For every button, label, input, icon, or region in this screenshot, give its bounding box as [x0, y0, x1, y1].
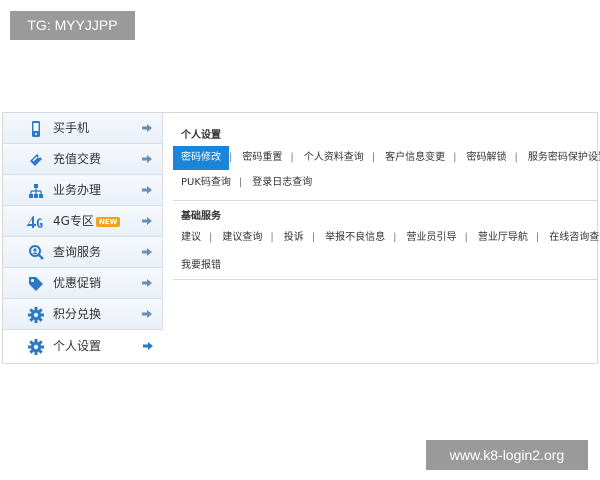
sidebar-item-label: 优惠促销	[53, 276, 102, 290]
link-complaint[interactable]: 投诉	[274, 227, 312, 249]
link-row: 我要报错	[171, 255, 597, 277]
sidebar-item-label: 积分兑换	[53, 307, 102, 321]
sidebar-item-recharge[interactable]: 充值交费	[3, 144, 163, 175]
network-icon	[29, 184, 43, 198]
link-puk-query[interactable]: PUK码查询	[171, 172, 239, 194]
link-login-log-query[interactable]: 登录日志查询	[242, 172, 320, 194]
link-password-change[interactable]: 密码修改	[173, 146, 229, 170]
sidebar-item-buy-phone[interactable]: 买手机	[3, 113, 163, 144]
arrow-right-icon	[142, 217, 152, 225]
link-row: PUK码查询 | 登录日志查询	[171, 172, 597, 194]
link-suggestion-query[interactable]: 建议查询	[212, 227, 270, 249]
link-staff-guide[interactable]: 营业员引导	[397, 227, 465, 249]
arrow-right-icon	[142, 155, 152, 163]
link-online-consult-query[interactable]: 在线咨询查询	[539, 227, 600, 249]
link-password-unlock[interactable]: 密码解锁	[457, 147, 515, 169]
sidebar-item-personal-settings[interactable]: 个人设置	[3, 330, 163, 363]
service-menu-panel: 买手机 充值交费 业务办理 4G专区 NEW 查询服务 优惠促销 积分兑换 个人…	[2, 112, 600, 364]
watermark-top: TG: MYYJJPP	[10, 11, 135, 40]
sidebar-item-label: 买手机	[53, 121, 90, 135]
mobile-phone-icon	[32, 121, 40, 137]
link-service-password-protection[interactable]: 服务密码保护设置	[518, 147, 600, 169]
sidebar-item-promotions[interactable]: 优惠促销	[3, 268, 163, 299]
personal-settings-links: 密码修改 | 密码重置 | 个人资料查询 | 客户信息变更 | 密码解锁 | 服务密码保护…	[171, 146, 600, 194]
basic-services-links: 建议 | 建议查询 | 投诉 | 举报不良信息 | 营业员引导 | 营业厅导航 | 在线咨询…	[171, 227, 600, 277]
gear-icon	[28, 307, 44, 323]
sidebar-item-label: 查询服务	[53, 245, 102, 259]
link-row: 密码修改 | 密码重置 | 个人资料查询 | 客户信息变更 | 密码解锁 | 服务密码保护…	[171, 146, 600, 170]
sidebar-item-label: 充值交费	[53, 152, 102, 166]
link-row: 建议 | 建议查询 | 投诉 | 举报不良信息 | 营业员引导 | 营业厅导航 | 在线咨询…	[171, 227, 600, 249]
settings-content: 个人设置 密码修改 | 密码重置 | 个人资料查询 | 客户信息变更 | 密码解锁 | 服…	[171, 113, 600, 363]
sidebar-item-query[interactable]: 查询服务	[3, 237, 163, 268]
gear-icon	[28, 339, 44, 355]
sidebar-item-label: 业务办理	[53, 183, 102, 197]
sidebar-item-label: 个人设置	[53, 339, 102, 353]
sidebar-item-business[interactable]: 业务办理	[3, 175, 163, 206]
arrow-right-icon	[142, 186, 152, 194]
sidebar-item-label: 4G专区 NEW	[53, 206, 121, 237]
sidebar-item-points[interactable]: 积分兑换	[3, 299, 163, 330]
link-hall-navigation[interactable]: 营业厅导航	[468, 227, 536, 249]
arrow-right-icon	[142, 310, 152, 318]
recharge-card-icon	[30, 154, 42, 166]
divider	[173, 279, 597, 280]
arrow-right-icon	[142, 124, 152, 132]
watermark-bottom: www.k8-login2.org	[426, 440, 588, 470]
link-password-reset[interactable]: 密码重置	[232, 147, 290, 169]
search-user-icon	[29, 245, 44, 260]
link-report-bad-info[interactable]: 举报不良信息	[315, 227, 393, 249]
section-title-basic-services: 基础服务	[181, 211, 221, 222]
new-badge: NEW	[95, 217, 121, 227]
link-suggestion[interactable]: 建议	[171, 227, 209, 249]
link-customer-info-change[interactable]: 客户信息变更	[375, 147, 453, 169]
4g-icon	[26, 216, 43, 228]
divider	[173, 200, 597, 201]
sidebar-item-4g-zone[interactable]: 4G专区 NEW	[3, 206, 163, 237]
arrow-right-icon	[143, 342, 153, 350]
link-profile-query[interactable]: 个人资料查询	[294, 147, 372, 169]
arrow-right-icon	[142, 248, 152, 256]
tag-icon	[29, 277, 43, 291]
link-report-error[interactable]: 我要报错	[171, 255, 229, 277]
section-title-personal-settings: 个人设置	[181, 130, 221, 141]
arrow-right-icon	[142, 279, 152, 287]
sidebar: 买手机 充值交费 业务办理 4G专区 NEW 查询服务 优惠促销 积分兑换 个人…	[3, 113, 163, 363]
